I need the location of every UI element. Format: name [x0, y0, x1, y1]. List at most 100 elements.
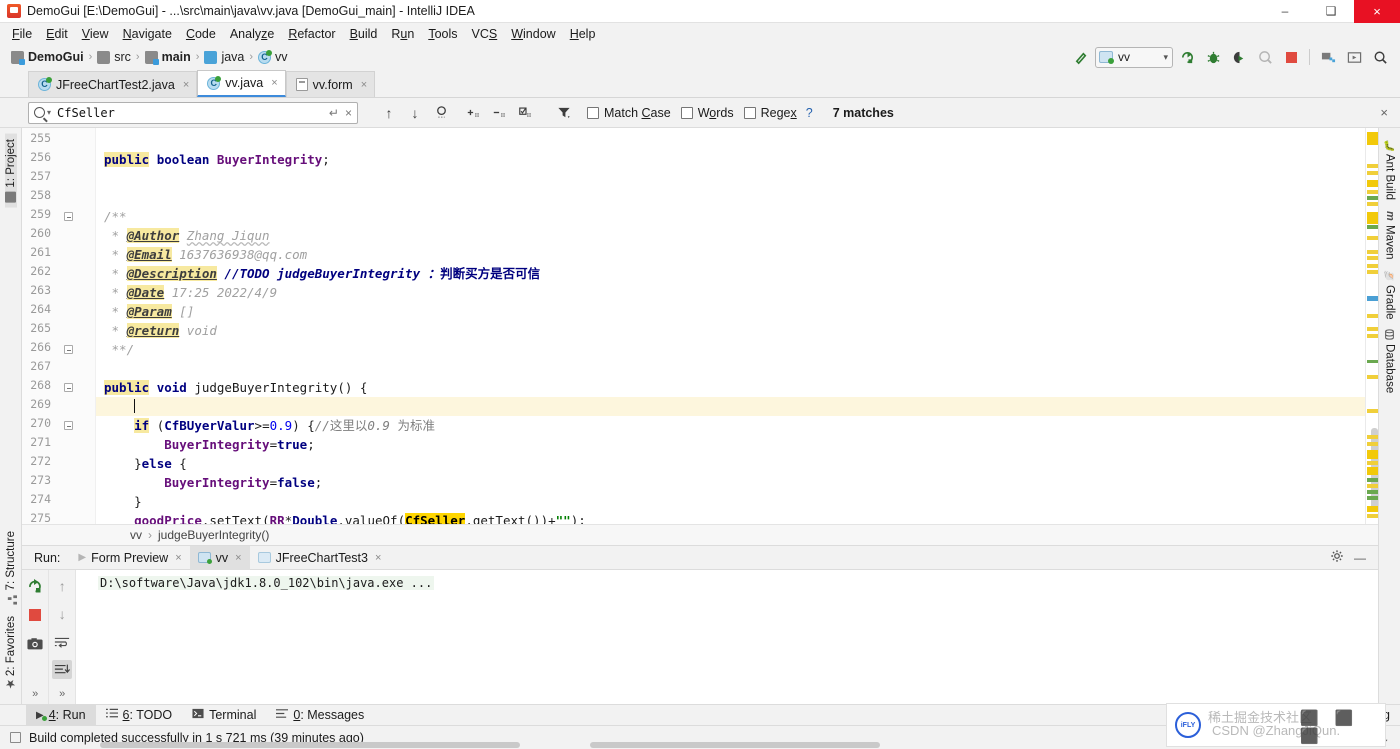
more-actions-icon[interactable]: »	[32, 688, 38, 704]
bottom-item-terminal[interactable]: Terminal	[182, 705, 266, 726]
regex-checkbox[interactable]: Regex	[743, 106, 797, 120]
code-line[interactable]: * @return void	[96, 321, 217, 340]
menu-refactor[interactable]: Refactor	[281, 25, 342, 43]
menu-navigate[interactable]: Navigate	[116, 25, 179, 43]
words-checkbox[interactable]: Words	[680, 106, 734, 120]
scroll-to-end-icon[interactable]	[52, 660, 73, 679]
breadcrumb-class[interactable]: vv	[130, 528, 142, 542]
error-stripe-mark[interactable]	[1367, 296, 1378, 301]
error-stripe-mark[interactable]	[1367, 164, 1378, 168]
menu-run[interactable]: Run	[384, 25, 421, 43]
breadcrumb-java[interactable]: java	[201, 49, 247, 65]
code-fold-icon[interactable]	[64, 421, 73, 430]
down-icon[interactable]: ↓	[52, 604, 72, 623]
error-stripe-mark[interactable]	[1367, 327, 1378, 331]
sidebar-item-project[interactable]: 1: Project	[4, 134, 17, 208]
code-line[interactable]: BuyerIntegrity=true;	[96, 435, 315, 454]
project-structure-icon[interactable]	[1316, 46, 1340, 68]
code-fold-icon[interactable]	[64, 345, 73, 354]
code-fold-icon[interactable]	[64, 212, 73, 221]
help-icon[interactable]: ?	[806, 106, 813, 120]
menu-window[interactable]: Window	[504, 25, 562, 43]
menu-build[interactable]: Build	[343, 25, 385, 43]
toggle-toolbar-icon[interactable]	[10, 732, 21, 743]
error-stripe-mark[interactable]	[1367, 360, 1378, 363]
sidebar-item-structure[interactable]: 7: Structure	[5, 526, 17, 610]
build-icon[interactable]	[1069, 46, 1093, 68]
add-selection-icon[interactable]: II	[461, 101, 487, 125]
menu-code[interactable]: Code	[179, 25, 223, 43]
error-stripe-mark[interactable]	[1367, 450, 1378, 459]
gear-icon[interactable]	[1330, 549, 1344, 566]
screenshot-icon[interactable]	[25, 634, 45, 654]
error-stripe-mark[interactable]	[1367, 236, 1378, 240]
code-line[interactable]: if (CfBUyerValur>=0.9) {//这里以0.9 为标准	[96, 416, 435, 435]
minimize-button[interactable]: –	[1262, 0, 1308, 23]
error-stripe-mark[interactable]	[1367, 314, 1378, 318]
sidebar-item-gradle[interactable]: 🐚 Gradle	[1384, 265, 1396, 325]
rerun-icon[interactable]	[25, 576, 45, 596]
search-input[interactable]: ▾ CfSeller ↵ ×	[28, 101, 358, 124]
error-stripe-mark[interactable]	[1367, 225, 1378, 229]
tab-close-icon[interactable]: ×	[183, 79, 189, 91]
code-line[interactable]	[96, 397, 136, 416]
error-stripe-mark[interactable]	[1367, 467, 1378, 475]
code-line[interactable]	[96, 131, 112, 150]
console-output[interactable]: D:\software\Java\jdk1.8.0_102\bin\java.e…	[76, 570, 1378, 704]
code-line[interactable]	[96, 359, 112, 378]
menu-file[interactable]: File	[5, 25, 39, 43]
breadcrumb-main[interactable]: main	[142, 49, 194, 65]
error-stripe-mark[interactable]	[1367, 334, 1378, 338]
tab-vv-form[interactable]: vv.form ×	[285, 71, 376, 97]
error-stripe[interactable]	[1365, 128, 1378, 524]
code-line[interactable]: /**	[96, 207, 127, 226]
error-stripe-mark[interactable]	[1367, 506, 1378, 512]
run-tab-close-icon[interactable]: ×	[235, 552, 241, 564]
run-tab-vv[interactable]: vv ×	[189, 545, 250, 570]
sidebar-item-maven[interactable]: m Maven	[1384, 205, 1397, 265]
breadcrumb-vv[interactable]: C vv	[255, 49, 291, 65]
error-stripe-mark[interactable]	[1367, 270, 1378, 274]
menu-edit[interactable]: Edit	[39, 25, 75, 43]
error-stripe-mark[interactable]	[1367, 250, 1378, 254]
close-button[interactable]: ×	[1354, 0, 1400, 23]
update-icon[interactable]	[1342, 46, 1366, 68]
run-tab-close-icon[interactable]: ×	[375, 552, 381, 564]
error-stripe-mark[interactable]	[1367, 256, 1378, 260]
hide-panel-icon[interactable]: —	[1354, 551, 1366, 565]
error-stripe-mark[interactable]	[1367, 435, 1378, 439]
error-stripe-mark[interactable]	[1367, 212, 1378, 224]
menu-view[interactable]: View	[75, 25, 116, 43]
error-stripe-mark[interactable]	[1367, 180, 1378, 187]
code-line[interactable]: BuyerIntegrity=false;	[96, 473, 322, 492]
search-enter-icon[interactable]: ↵	[329, 106, 339, 120]
error-stripe-mark[interactable]	[1367, 196, 1378, 200]
breadcrumb-demogui[interactable]: DemoGui	[8, 49, 87, 65]
error-stripe-mark[interactable]	[1367, 461, 1378, 465]
filter-icon[interactable]	[551, 101, 577, 125]
editor-gutter[interactable]: 255 256 257 258 259 260 261 262 263 264 265 266 267 2…	[22, 128, 96, 524]
code-line[interactable]: public void judgeBuyerIntegrity() {	[96, 378, 367, 397]
stop-icon[interactable]	[1279, 46, 1303, 68]
soft-wrap-icon[interactable]	[52, 632, 72, 651]
tab-jfreecharttest2[interactable]: C JFreeChartTest2.java ×	[28, 71, 198, 97]
editor-code-area[interactable]: public boolean BuyerIntegrity; /** * @Au…	[96, 128, 1365, 524]
search-history-chevron-icon[interactable]: ▾	[47, 108, 51, 117]
tab-vv-java[interactable]: C vv.java ×	[197, 70, 286, 97]
select-occurrences-icon[interactable]: II	[513, 101, 539, 125]
remove-selection-icon[interactable]: II	[487, 101, 513, 125]
find-next-icon[interactable]: ↓	[402, 101, 428, 125]
error-stripe-mark[interactable]	[1367, 484, 1378, 488]
error-stripe-mark[interactable]	[1367, 409, 1378, 413]
debug-icon[interactable]	[1201, 46, 1225, 68]
run-configuration-selector[interactable]: vv ▾	[1095, 46, 1173, 68]
horizontal-scrollbar-right[interactable]	[590, 742, 880, 748]
tab-close-icon[interactable]: ×	[361, 79, 367, 91]
stop-icon[interactable]	[25, 605, 45, 625]
run-icon[interactable]	[1175, 46, 1199, 68]
code-line[interactable]: }	[96, 492, 142, 511]
error-stripe-mark[interactable]	[1367, 442, 1378, 446]
code-editor[interactable]: 255 256 257 258 259 260 261 262 263 264 265 266 267 2…	[22, 128, 1378, 524]
run-tab-jfreecharttest3[interactable]: JFreeChartTest3 ×	[250, 546, 390, 570]
code-line[interactable]: goodPrice.setText(RR*Double.valueOf(CfSe…	[96, 511, 586, 524]
